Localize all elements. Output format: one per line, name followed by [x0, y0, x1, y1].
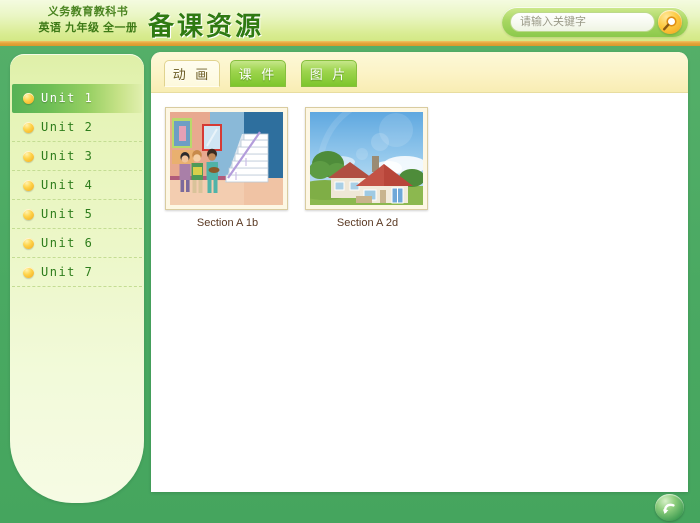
back-arrow-icon — [655, 502, 684, 518]
sidebar-item-label: Unit 3 — [41, 149, 94, 163]
resource-grid: Section A 1b Section A 2d — [151, 93, 688, 229]
bullet-icon — [23, 150, 34, 162]
app-window: 义务教育教科书 英语 九年级 全一册 备课资源 Unit 1 — [0, 0, 700, 523]
thumbnail-frame — [165, 107, 288, 210]
thumbnail-frame — [305, 107, 428, 210]
resource-item[interactable]: Section A 1b — [165, 107, 290, 229]
sidebar-item-unit-3[interactable]: Unit 3 — [12, 142, 142, 171]
bullet-icon — [23, 121, 34, 133]
sidebar-item-label: Unit 4 — [41, 178, 94, 192]
sidebar-item-label: Unit 7 — [41, 265, 94, 279]
sidebar: Unit 1 Unit 2 Unit 3 Unit 4 Unit 5 Unit — [10, 54, 144, 503]
search-input[interactable] — [510, 12, 655, 32]
back-button[interactable] — [655, 494, 684, 521]
resource-caption: Section A 2d — [336, 217, 399, 229]
sidebar-item-label: Unit 5 — [41, 207, 94, 221]
resource-caption: Section A 1b — [196, 217, 259, 229]
thumbnail-houses-landscape — [310, 112, 423, 205]
sidebar-item-unit-1[interactable]: Unit 1 — [12, 84, 142, 113]
sidebar-item-label: Unit 6 — [41, 236, 94, 250]
sidebar-item-unit-5[interactable]: Unit 5 — [12, 200, 142, 229]
bullet-icon — [23, 237, 34, 249]
bullet-icon — [23, 266, 34, 278]
page-title: 备课资源 — [148, 11, 265, 41]
book-meta: 义务教育教科书 英语 九年级 全一册 — [33, 5, 143, 37]
bullet-icon — [23, 92, 34, 104]
bullet-icon — [23, 208, 34, 220]
tab-animation[interactable]: 动 画 — [164, 60, 220, 87]
book-subject-grade-label: 英语 九年级 全一册 — [38, 21, 138, 34]
search-button[interactable] — [658, 10, 682, 34]
tab-bar: 动 画 课 件 图 片 — [151, 52, 688, 93]
resource-item[interactable]: Section A 2d — [305, 107, 430, 229]
sidebar-item-unit-2[interactable]: Unit 2 — [12, 113, 142, 142]
unit-list: Unit 1 Unit 2 Unit 3 Unit 4 Unit 5 Unit — [10, 84, 144, 287]
tab-courseware[interactable]: 课 件 — [230, 60, 286, 87]
sidebar-item-label: Unit 2 — [41, 120, 94, 134]
sidebar-item-unit-6[interactable]: Unit 6 — [12, 229, 142, 258]
bullet-icon — [23, 179, 34, 191]
search-icon — [658, 15, 682, 33]
sidebar-item-label: Unit 1 — [41, 91, 94, 105]
sidebar-item-unit-4[interactable]: Unit 4 — [12, 171, 142, 200]
sidebar-item-unit-7[interactable]: Unit 7 — [12, 258, 142, 287]
header-divider — [0, 41, 700, 46]
thumbnail-classroom-hallway — [170, 112, 283, 205]
search-box — [502, 7, 688, 37]
book-series-label: 义务教育教科书 — [47, 6, 129, 18]
app-header: 义务教育教科书 英语 九年级 全一册 备课资源 — [0, 0, 700, 46]
content-panel: 动 画 课 件 图 片 Section A 1b Section A 2d — [151, 52, 688, 492]
tab-pictures[interactable]: 图 片 — [301, 60, 357, 87]
